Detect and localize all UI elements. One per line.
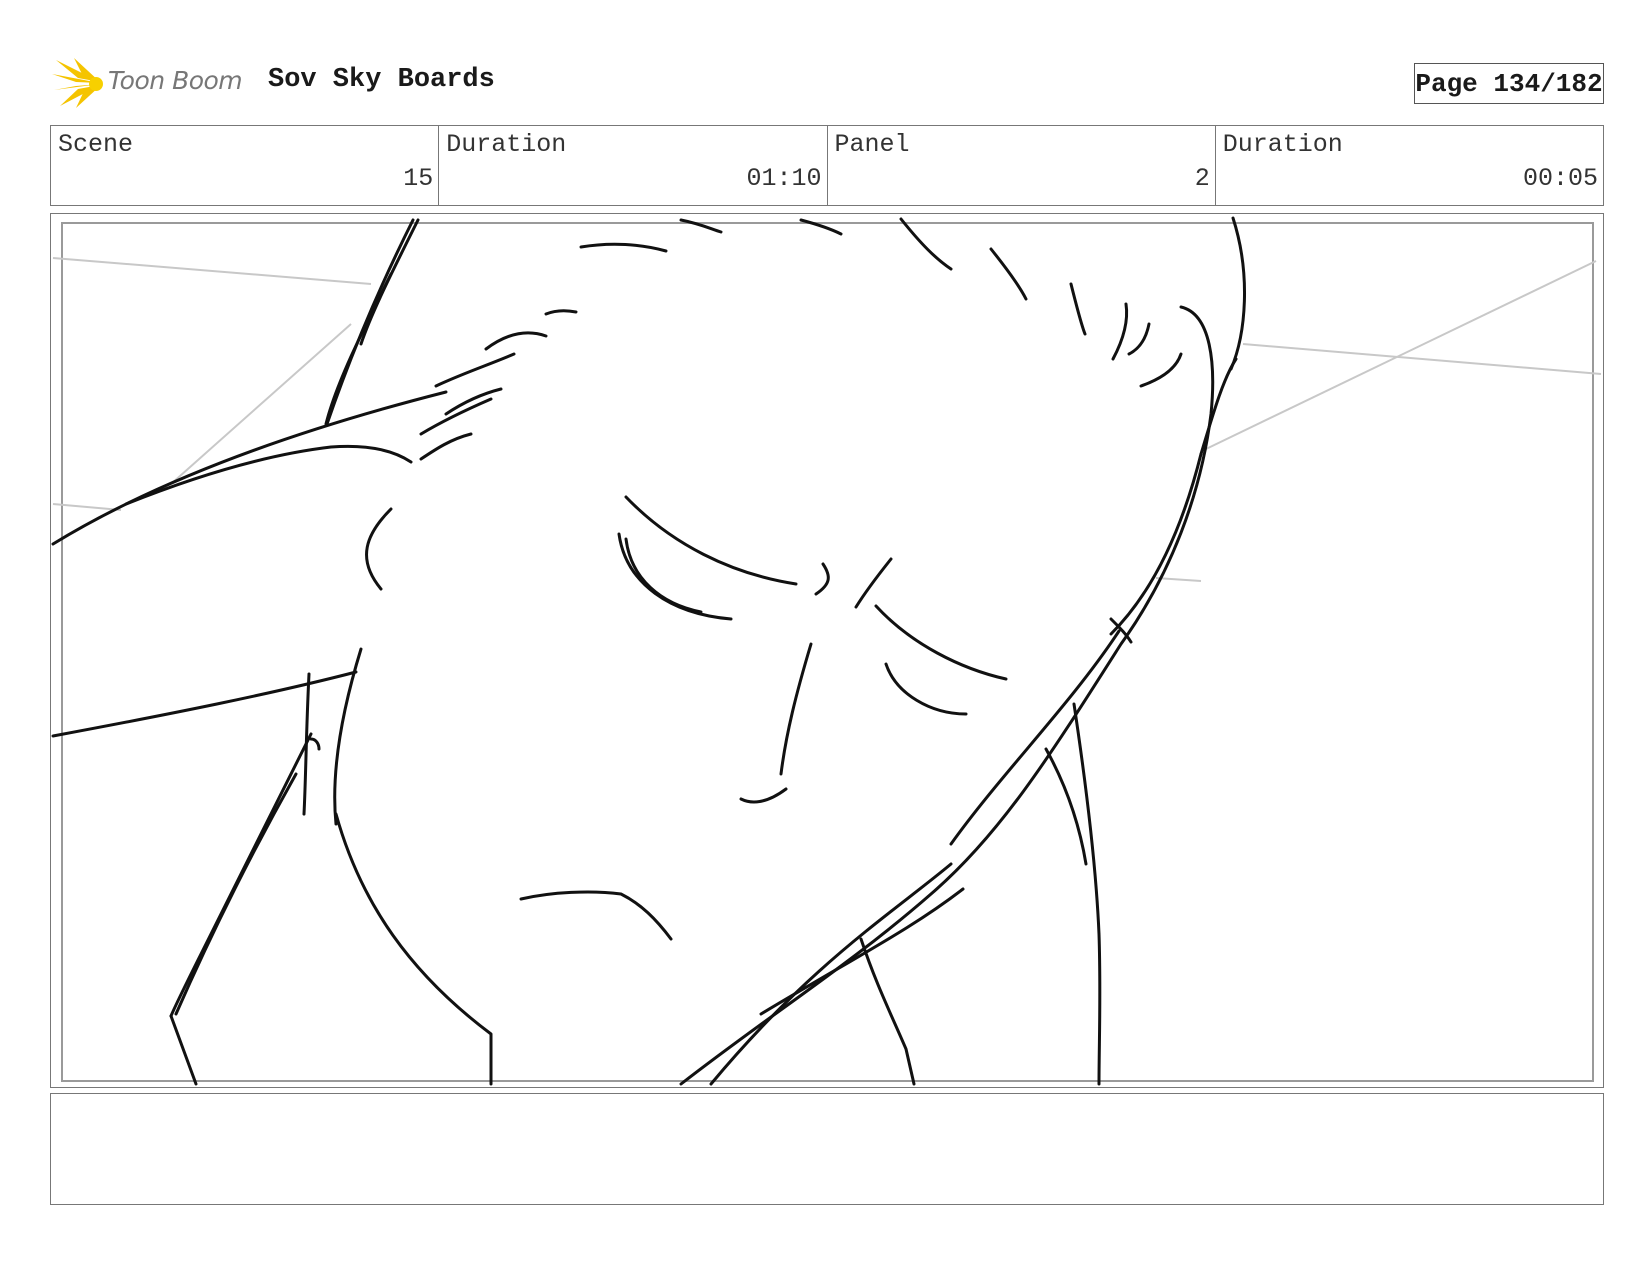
storyboard-panel <box>50 213 1604 1088</box>
safe-area-frame <box>61 222 1594 1082</box>
scene-duration-value: 01:10 <box>746 164 822 193</box>
scene-value: 15 <box>403 164 434 193</box>
project-title: Sov Sky Boards <box>268 65 495 95</box>
scene-cell: Scene 15 <box>51 126 440 205</box>
starburst-icon <box>52 58 103 108</box>
panel-duration-value: 00:05 <box>1522 164 1598 193</box>
scene-label: Scene <box>58 130 134 159</box>
panel-sketch <box>51 216 1602 1086</box>
panel-value: 2 <box>1194 164 1210 193</box>
panel-label: Panel <box>834 130 910 159</box>
logo-text: Toon Boom <box>108 66 243 95</box>
panel-duration-cell: Duration 00:05 <box>1216 126 1603 205</box>
panel-notes <box>50 1093 1604 1205</box>
panel-duration-label: Duration <box>1222 130 1343 159</box>
scene-duration-label: Duration <box>446 130 567 159</box>
page-number: Page 134/182 <box>1414 63 1604 104</box>
guide-lines <box>52 257 1602 582</box>
panel-cell: Panel 2 <box>828 126 1216 205</box>
character-sketch <box>51 216 1247 1086</box>
info-row: Scene 15 Duration 01:10 Panel 2 Duration… <box>50 125 1604 206</box>
toon-boom-logo: Toon Boom <box>52 56 252 110</box>
scene-duration-cell: Duration 01:10 <box>439 126 828 205</box>
